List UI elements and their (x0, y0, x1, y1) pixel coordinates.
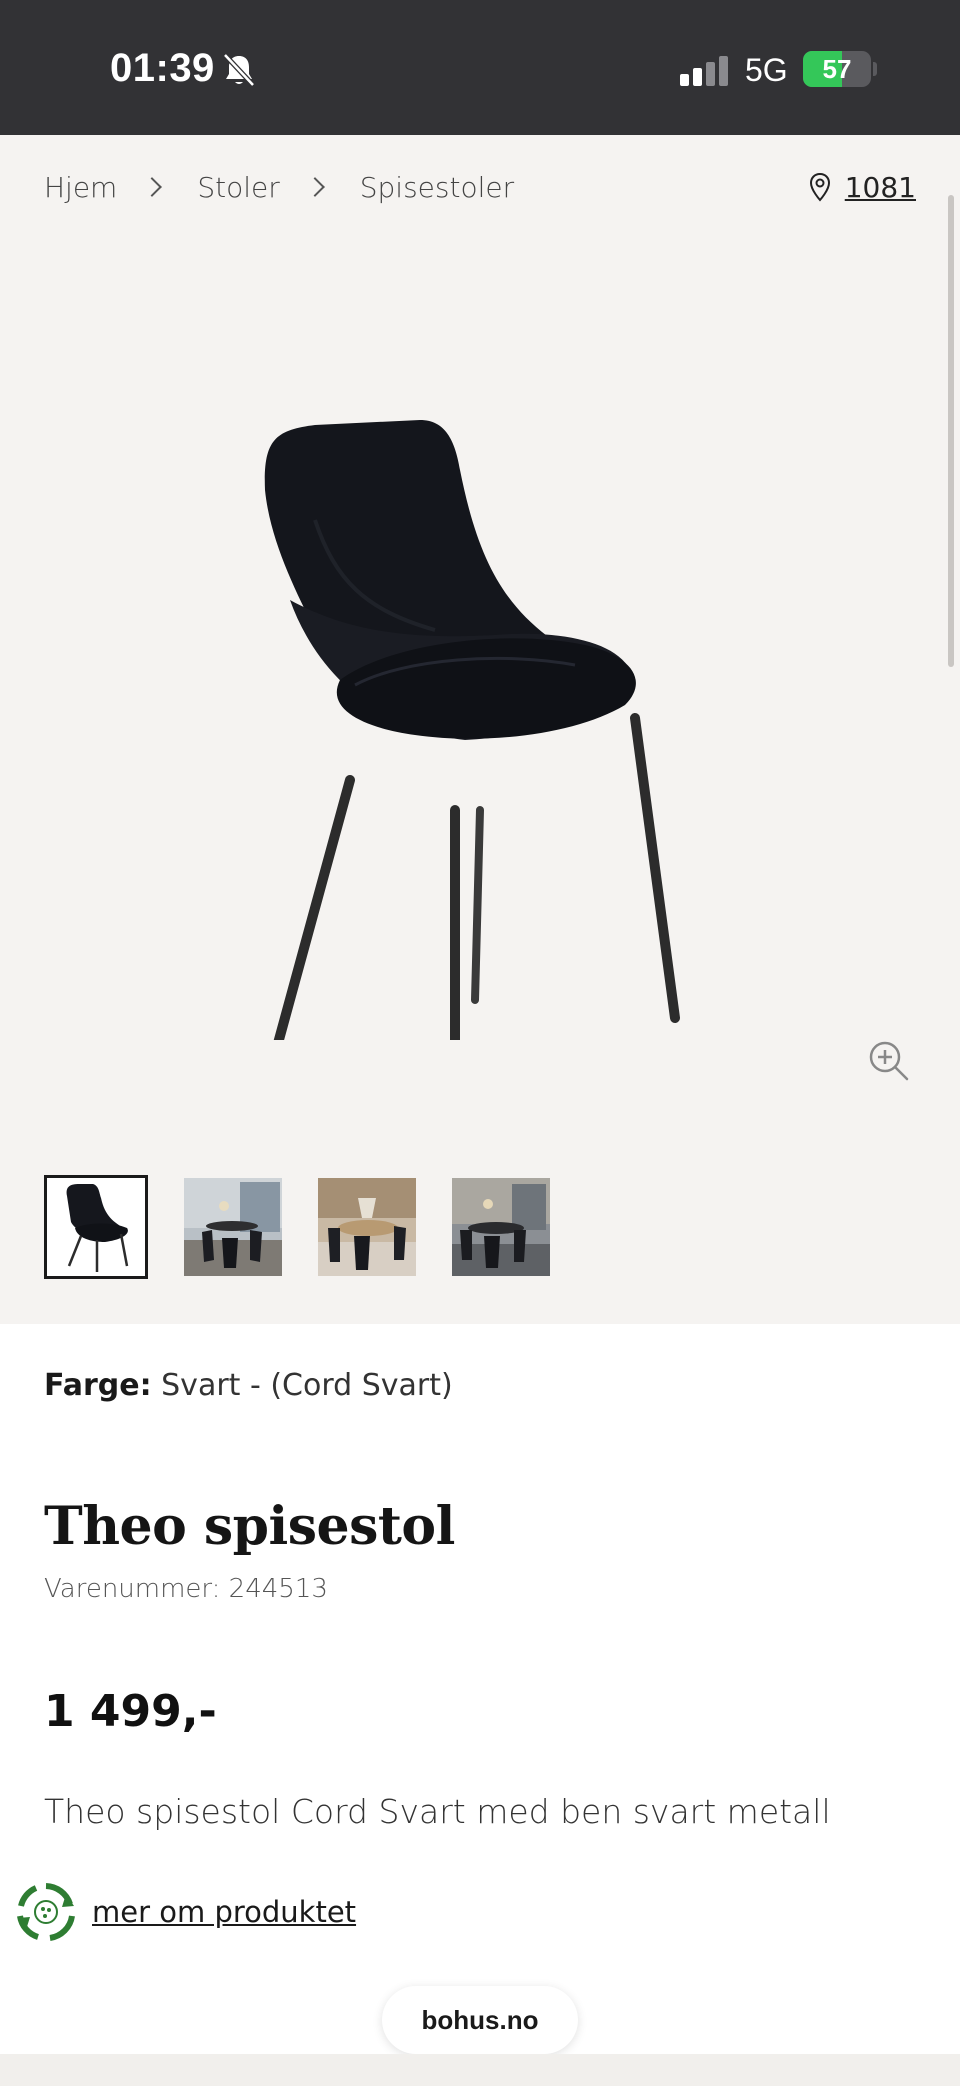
breadcrumb-chairs[interactable]: Stoler (197, 171, 279, 204)
zoom-in-icon[interactable] (868, 1040, 910, 1082)
battery-cap (873, 62, 877, 76)
breadcrumb-dining-chairs[interactable]: Spisestoler (360, 171, 514, 204)
status-time: 01:39 (110, 46, 215, 90)
store-code: 1081 (844, 170, 916, 204)
breadcrumb-home[interactable]: Hjem (44, 171, 117, 204)
bottom-edge (0, 2054, 960, 2086)
sustainability-icon (17, 1883, 75, 1941)
product-info: Farge: Svart - (Cord Svart) Theo spisest… (0, 1324, 960, 2054)
product-description: Theo spisestol Cord Svart med ben svart … (44, 1792, 831, 1831)
more-about-product-label: mer om produktet (92, 1895, 357, 1929)
thumbnail-4[interactable] (452, 1178, 550, 1276)
network-label: 5G (745, 52, 788, 88)
signal-icon (680, 56, 728, 86)
thumbnail-strip (44, 1175, 550, 1279)
thumbnail-1[interactable] (44, 1175, 148, 1279)
chair-illustration (264, 420, 680, 1040)
battery-indicator: 57 (803, 51, 871, 87)
store-selector[interactable]: 1081 (809, 167, 916, 207)
browser-url-pill[interactable]: bohus.no (382, 1986, 578, 2054)
product-gallery: Hjem Stoler Spisestoler 1081 (0, 135, 960, 1324)
location-pin-icon (809, 172, 830, 202)
scrollbar[interactable] (948, 195, 954, 667)
dining-room-thumbnail-image (318, 1178, 416, 1276)
status-bar: 01:39 5G 57 (0, 0, 960, 135)
more-about-product-link[interactable]: mer om produktet (14, 1880, 356, 1944)
color-selection: Farge: Svart - (Cord Svart) (44, 1368, 453, 1403)
thumbnail-2[interactable] (184, 1178, 282, 1276)
chevron-right-icon (142, 177, 163, 197)
dining-room-thumbnail-image (452, 1178, 550, 1276)
product-sku: Varenummer: 244513 (44, 1574, 328, 1604)
chevron-right-icon (304, 177, 325, 197)
dining-room-thumbnail-image (184, 1178, 282, 1276)
color-value: Svart - (Cord Svart) (161, 1368, 453, 1403)
chair-thumbnail-image (66, 1184, 129, 1272)
product-price: 1 499,- (44, 1686, 217, 1737)
bell-muted-icon (223, 53, 255, 87)
thumbnail-3[interactable] (318, 1178, 416, 1276)
product-image[interactable] (255, 340, 715, 1040)
breadcrumb: Hjem Stoler Spisestoler (44, 167, 514, 207)
battery-level: 57 (822, 54, 852, 84)
product-title: Theo spisestol (44, 1496, 455, 1557)
color-label: Farge: (44, 1368, 152, 1403)
